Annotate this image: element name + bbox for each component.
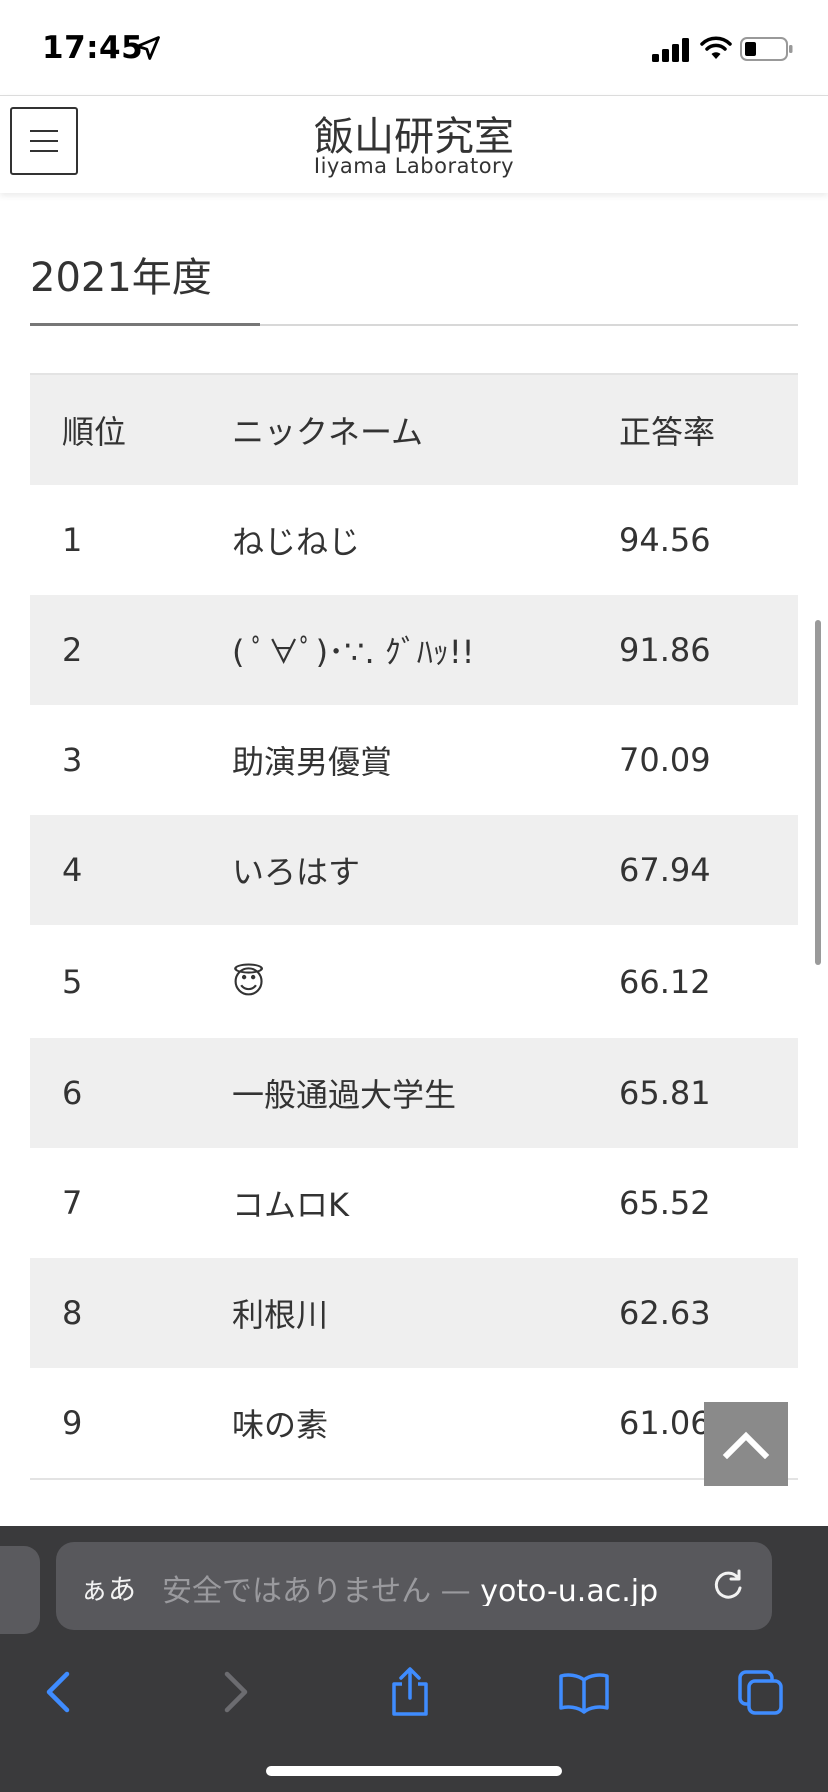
rate-cell: 65.81 bbox=[619, 1074, 711, 1112]
rank-cell: 6 bbox=[62, 1074, 83, 1112]
back-arrow-icon bbox=[46, 1671, 70, 1713]
bookmarks-icon bbox=[559, 1673, 609, 1714]
nickname-cell: ねじねじ bbox=[232, 523, 361, 561]
location-arrow-icon bbox=[136, 36, 160, 60]
table-row: 5 😇 66.12 bbox=[30, 925, 798, 1038]
url-display[interactable]: 安全ではありません — yoto-u.ac.jp bbox=[162, 1566, 712, 1606]
share-icon bbox=[392, 1667, 428, 1716]
table-row: 9 味の素 61.06 bbox=[30, 1368, 798, 1478]
rank-cell: 9 bbox=[62, 1404, 83, 1442]
rate-cell: 65.52 bbox=[619, 1184, 711, 1222]
nickname-cell: ( ﾟ∀ﾟ)･∵. ｸﾞﾊｯ!! bbox=[232, 633, 475, 671]
nickname-cell: いろはす bbox=[232, 853, 361, 891]
rate-cell: 70.09 bbox=[619, 741, 711, 779]
cellular-signal-icon bbox=[652, 38, 689, 62]
forward-arrow-icon bbox=[224, 1671, 248, 1713]
column-header-nickname: ニックネーム bbox=[232, 413, 424, 451]
nickname-cell: 利根川 bbox=[232, 1296, 329, 1334]
table-row: 4 いろはす 67.94 bbox=[30, 815, 798, 925]
wifi-icon bbox=[700, 36, 732, 59]
table-row: 8 利根川 62.63 bbox=[30, 1258, 798, 1368]
site-header: 飯山研究室 Iiyama Laboratory bbox=[0, 95, 828, 193]
table-row: 3 助演男優賞 70.09 bbox=[30, 705, 798, 815]
page-settings-button[interactable]: ぁあ bbox=[80, 1568, 136, 1608]
rate-cell: 67.94 bbox=[619, 851, 711, 889]
scrollbar-thumb[interactable] bbox=[815, 620, 821, 965]
back-button[interactable] bbox=[30, 1664, 86, 1720]
table-bottom-border bbox=[30, 1478, 798, 1480]
column-header-rate: 正答率 bbox=[619, 413, 716, 451]
chevron-up-icon bbox=[722, 1431, 770, 1459]
tabs-icon bbox=[738, 1670, 783, 1715]
nickname-cell: 助演男優賞 bbox=[232, 743, 393, 781]
ranking-table: 順位 ニックネーム 正答率 1 ねじねじ 94.56 2 ( ﾟ∀ﾟ)･∵. ｸ… bbox=[30, 373, 798, 1480]
browser-toolbar: ぁあ 安全ではありません — yoto-u.ac.jp bbox=[0, 1526, 828, 1792]
battery-icon bbox=[740, 37, 793, 61]
forward-button[interactable] bbox=[208, 1664, 264, 1720]
home-indicator[interactable] bbox=[266, 1766, 562, 1776]
insecure-warning-label: 安全ではありません — bbox=[162, 1574, 481, 1606]
rank-cell: 5 bbox=[62, 962, 83, 1001]
rate-cell: 61.06 bbox=[619, 1404, 711, 1442]
rate-cell: 62.63 bbox=[619, 1294, 711, 1332]
share-button[interactable] bbox=[382, 1664, 438, 1720]
reload-icon[interactable] bbox=[708, 1566, 748, 1606]
rate-cell: 91.86 bbox=[619, 631, 711, 669]
status-bar: 17:45 bbox=[0, 0, 828, 95]
nickname-cell: 一般通過大学生 bbox=[232, 1076, 457, 1114]
table-header-row: 順位 ニックネーム 正答率 bbox=[30, 375, 798, 485]
section-divider-accent bbox=[30, 323, 260, 326]
rank-cell: 8 bbox=[62, 1294, 83, 1332]
nickname-cell: 😇 bbox=[232, 962, 266, 1001]
rank-cell: 2 bbox=[62, 631, 83, 669]
rank-cell: 3 bbox=[62, 741, 83, 779]
nickname-cell: 味の素 bbox=[232, 1406, 329, 1444]
rank-cell: 1 bbox=[62, 521, 83, 559]
table-row: 2 ( ﾟ∀ﾟ)･∵. ｸﾞﾊｯ!! 91.86 bbox=[30, 595, 798, 705]
url-domain: yoto-u.ac.jp bbox=[480, 1574, 659, 1606]
table-row: 1 ねじねじ 94.56 bbox=[30, 485, 798, 595]
site-subtitle: Iiyama Laboratory bbox=[313, 154, 515, 178]
back-to-top-button[interactable] bbox=[704, 1402, 788, 1486]
bookmarks-button[interactable] bbox=[556, 1664, 612, 1720]
nickname-cell: コムロK bbox=[232, 1186, 349, 1224]
rate-cell: 66.12 bbox=[619, 962, 711, 1001]
status-time: 17:45 bbox=[42, 30, 144, 66]
rank-cell: 7 bbox=[62, 1184, 83, 1222]
column-header-rank: 順位 bbox=[62, 413, 127, 451]
browser-nav-row bbox=[0, 1656, 828, 1726]
rank-cell: 4 bbox=[62, 851, 83, 889]
previous-tab-preview[interactable] bbox=[0, 1546, 40, 1634]
table-row: 7 コムロK 65.52 bbox=[30, 1148, 798, 1258]
table-row: 6 一般通過大学生 65.81 bbox=[30, 1038, 798, 1148]
rate-cell: 94.56 bbox=[619, 521, 711, 559]
section-title: 2021年度 bbox=[30, 255, 212, 301]
address-bar[interactable]: ぁあ 安全ではありません — yoto-u.ac.jp bbox=[56, 1542, 772, 1630]
tabs-button[interactable] bbox=[732, 1664, 788, 1720]
